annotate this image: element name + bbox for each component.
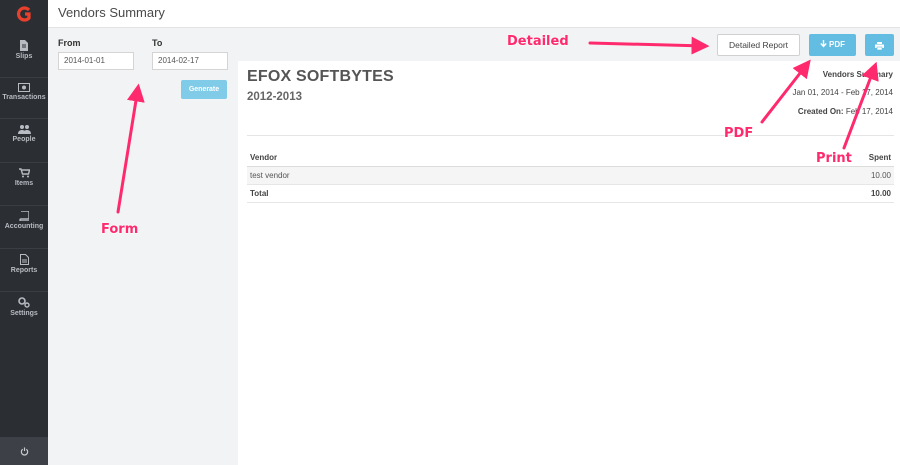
- sidebar-item-reports[interactable]: Reports: [0, 248, 48, 290]
- sidebar: Slips Transactions People Items Accounti…: [0, 0, 48, 465]
- report-toolbar: [238, 28, 900, 61]
- sidebar-item-label: People: [12, 136, 36, 143]
- sidebar-item-people[interactable]: People: [0, 118, 48, 160]
- created-on-value: Feb 17, 2014: [845, 107, 893, 116]
- vendor-cell: test vendor: [247, 166, 647, 185]
- spent-cell: 10.00: [646, 166, 894, 185]
- annotation-print: Print: [816, 151, 852, 166]
- total-value: 10.00: [646, 184, 894, 203]
- divider: [247, 135, 894, 136]
- company-name: EFOX SOFTBYTES: [247, 68, 394, 85]
- sidebar-item-label: Slips: [15, 53, 33, 60]
- sidebar-item-settings[interactable]: Settings: [0, 291, 48, 333]
- sidebar-item-label: Transactions: [2, 94, 46, 101]
- pdf-button[interactable]: PDF: [809, 34, 856, 56]
- from-label: From: [58, 38, 81, 48]
- detailed-report-button[interactable]: Detailed Report: [717, 34, 800, 56]
- sidebar-item-label: Reports: [10, 267, 38, 274]
- generate-button[interactable]: Generate: [181, 80, 227, 99]
- report-icon: [19, 254, 29, 265]
- sidebar-item-transactions[interactable]: Transactions: [0, 77, 48, 119]
- sidebar-item-accounting[interactable]: Accounting: [0, 205, 48, 247]
- print-icon: [875, 42, 884, 51]
- report-title: Vendors Summary: [822, 70, 893, 79]
- report-date-range: Jan 01, 2014 - Feb 17, 2014: [792, 88, 893, 97]
- annotation-pdf: PDF: [724, 126, 754, 141]
- page-header: Vendors Summary: [48, 0, 900, 28]
- money-icon: [18, 83, 30, 92]
- to-date-input[interactable]: 2014-02-17: [152, 52, 228, 70]
- total-label: Total: [247, 184, 647, 203]
- cart-icon: [18, 168, 30, 178]
- from-date-input[interactable]: 2014-01-01: [58, 52, 134, 70]
- report-created-on: Created On: Feb 17, 2014: [798, 107, 893, 116]
- power-icon: [20, 446, 28, 455]
- annotation-detailed: Detailed: [507, 34, 569, 49]
- column-header-vendor: Vendor: [247, 150, 647, 167]
- annotation-form: Form: [101, 222, 139, 237]
- document-icon: [20, 40, 28, 51]
- sidebar-item-label: Items: [14, 180, 34, 187]
- sidebar-item-slips[interactable]: Slips: [0, 35, 48, 77]
- sidebar-item-label: Accounting: [4, 223, 44, 230]
- sidebar-item-label: Settings: [10, 310, 38, 317]
- app-logo[interactable]: [0, 0, 48, 28]
- sidebar-item-items[interactable]: Items: [0, 162, 48, 204]
- print-button[interactable]: [865, 34, 894, 56]
- fiscal-year: 2012-2013: [247, 91, 302, 103]
- total-row: Total 10.00: [247, 184, 894, 203]
- logo-icon: [17, 6, 31, 22]
- created-on-label: Created On:: [797, 107, 844, 116]
- gears-icon: [18, 297, 30, 308]
- table-header-row: Vendor Spent: [247, 150, 894, 167]
- people-icon: [17, 125, 31, 134]
- to-label: To: [152, 38, 163, 48]
- vendors-table: Vendor Spent test vendor 10.00 Total 10.…: [247, 150, 894, 203]
- table-row: test vendor 10.00: [247, 166, 894, 185]
- download-arrow-icon: [820, 40, 827, 48]
- pdf-button-label: PDF: [829, 40, 845, 49]
- book-icon: [19, 211, 29, 221]
- power-button[interactable]: [0, 437, 48, 465]
- page-title: Vendors Summary: [58, 5, 165, 20]
- column-header-spent: Spent: [646, 150, 894, 167]
